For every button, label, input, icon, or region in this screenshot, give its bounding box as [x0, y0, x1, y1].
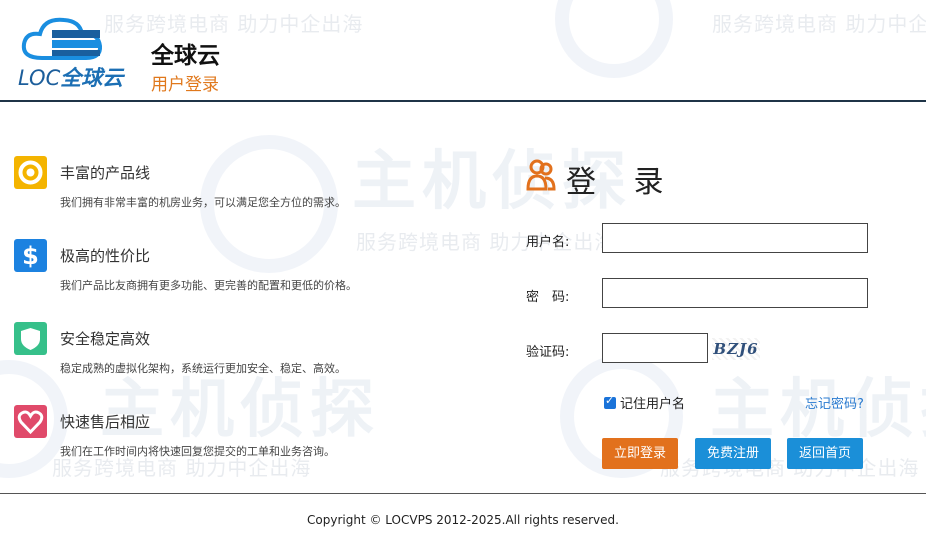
feature-item: 安全稳定高效 稳定成熟的虚拟化架构，系统运行更加安全、稳定、高效。: [14, 318, 484, 388]
logo[interactable]: LOC全球云: [14, 12, 132, 90]
username-label: 用户名:: [526, 235, 570, 250]
feature-desc: 我们在工作时间内将快速回复您提交的工单和业务咨询。: [60, 445, 335, 458]
login-panel: 登 录 用户名: 密 码: 验证码: BZJ6 记住用户名 忘记密码? 立即登录…: [526, 155, 886, 475]
feature-title: 安全稳定高效: [60, 330, 151, 348]
captcha-label: 验证码:: [526, 345, 570, 360]
header-divider: [0, 100, 926, 102]
password-label: 密 码:: [526, 290, 570, 305]
captcha-input[interactable]: [602, 333, 708, 363]
feature-title: 极高的性价比: [60, 247, 151, 265]
dollar-icon: $: [14, 239, 47, 272]
svg-text:$: $: [22, 242, 39, 270]
feature-item: 丰富的产品线 我们拥有非常丰富的机房业务，可以满足您全方位的需求。: [14, 152, 484, 222]
password-input[interactable]: [602, 278, 868, 308]
cloud-server-icon: [21, 17, 103, 60]
heart-icon: [14, 405, 47, 438]
remember-username-checkbox[interactable]: 记住用户名: [604, 393, 685, 412]
login-title: 登 录: [566, 165, 678, 200]
feature-title: 丰富的产品线: [60, 164, 151, 182]
feature-desc: 我们拥有非常丰富的机房业务，可以满足您全方位的需求。: [60, 196, 346, 209]
captcha-image[interactable]: BZJ6: [712, 338, 760, 360]
home-button[interactable]: 返回首页: [787, 438, 863, 469]
logo-text: LOC全球云: [18, 66, 124, 90]
footer-divider: [0, 493, 926, 494]
lifebuoy-icon: [14, 156, 47, 189]
register-button[interactable]: 免费注册: [695, 438, 771, 469]
login-button[interactable]: 立即登录: [602, 438, 678, 469]
copyright-text: Copyright © LOCVPS 2012-2025.All rights …: [307, 513, 619, 527]
site-header: LOC全球云 全球云 用户登录: [0, 0, 926, 100]
feature-title: 快速售后相应: [60, 413, 151, 431]
feature-desc: 稳定成熟的虚拟化架构，系统运行更加安全、稳定、高效。: [60, 362, 346, 375]
site-title: 全球云: [151, 43, 220, 69]
shield-icon: [14, 322, 47, 355]
forgot-password-link[interactable]: 忘记密码?: [805, 393, 864, 412]
remember-label: 记住用户名: [620, 397, 686, 412]
feature-item: 快速售后相应 我们在工作时间内将快速回复您提交的工单和业务咨询。: [14, 401, 484, 471]
feature-desc: 我们产品比友商拥有更多功能、更完善的配置和更低的价格。: [60, 279, 357, 292]
users-icon: [526, 159, 556, 191]
page-subtitle: 用户登录: [151, 75, 219, 95]
checkbox-checked-icon[interactable]: [604, 394, 616, 409]
feature-item: $ 极高的性价比 我们产品比友商拥有更多功能、更完善的配置和更低的价格。: [14, 235, 484, 305]
username-input[interactable]: [602, 223, 868, 253]
